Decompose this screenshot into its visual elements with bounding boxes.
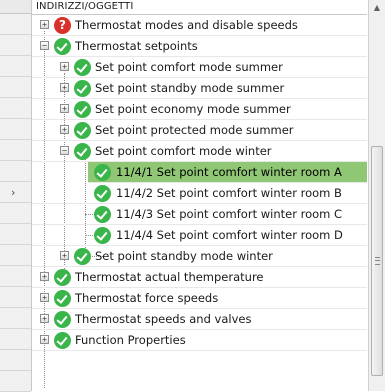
address-object-tree-window: › INDIRIZZI/OGGETTI + ? Thermostat modes… <box>0 0 385 392</box>
check-circle-icon <box>74 143 91 160</box>
expand-plus-icon[interactable]: + <box>40 272 49 281</box>
row-selector[interactable] <box>0 245 31 266</box>
tree-node-room-b[interactable]: 11/4/2 Set point comfort winter room B <box>32 183 367 204</box>
collapse-minus-icon[interactable]: − <box>40 41 49 50</box>
question-circle-icon: ? <box>54 17 71 34</box>
tree-node-comfort-summer[interactable]: + Set point comfort mode summer <box>32 57 367 78</box>
tree-node-label: Set point comfort mode winter <box>95 144 272 158</box>
tree-node-label: Set point protected mode summer <box>95 123 294 137</box>
tree-node-label: Thermostat modes and disable speeds <box>75 18 298 32</box>
row-selector[interactable] <box>0 77 31 98</box>
column-header[interactable]: INDIRIZZI/OGGETTI <box>32 0 367 15</box>
check-circle-icon <box>54 38 71 55</box>
check-circle-icon <box>94 164 111 181</box>
expand-plus-icon[interactable]: + <box>40 314 49 323</box>
tree-node-room-c[interactable]: 11/4/3 Set point comfort winter room C <box>32 204 367 225</box>
check-circle-icon <box>94 227 111 244</box>
tree-node-room-d[interactable]: 11/4/4 Set point comfort winter room D <box>32 225 367 246</box>
expand-plus-icon[interactable]: + <box>40 20 49 29</box>
tree-node-label: Function Properties <box>75 333 186 347</box>
expand-plus-icon[interactable]: + <box>60 125 69 134</box>
check-circle-icon <box>94 206 111 223</box>
tree-node-label: Set point standby mode winter <box>95 249 273 263</box>
row-selector[interactable] <box>0 56 31 77</box>
tree-node-label: Thermostat actual themperature <box>75 270 264 284</box>
check-circle-icon <box>74 122 91 139</box>
row-selector[interactable] <box>0 266 31 287</box>
check-circle-icon <box>74 59 91 76</box>
tree-node-label: Thermostat setpoints <box>75 39 198 53</box>
tree-node-speeds-valves[interactable]: + Thermostat speeds and valves <box>32 309 367 330</box>
tree-node-label: Thermostat force speeds <box>75 291 219 305</box>
gutter-corner <box>0 0 31 14</box>
check-circle-icon <box>74 80 91 97</box>
row-selector[interactable] <box>0 308 31 329</box>
tree-node-thermostat-setpoints[interactable]: − Thermostat setpoints <box>32 36 367 57</box>
expand-plus-icon[interactable]: + <box>60 251 69 260</box>
check-circle-icon <box>54 269 71 286</box>
row-selector[interactable] <box>0 224 31 245</box>
scrollbar-thumb[interactable] <box>371 146 383 376</box>
check-circle-icon <box>54 311 71 328</box>
tree-node-actual-temperature[interactable]: + Thermostat actual themperature <box>32 267 367 288</box>
row-selector[interactable] <box>0 371 31 392</box>
tree-node-label: Thermostat speeds and valves <box>75 312 252 326</box>
scroll-up-arrow-icon[interactable]: ▲ <box>369 0 385 16</box>
check-circle-icon <box>74 101 91 118</box>
tree-node-thermostat-modes[interactable]: + ? Thermostat modes and disable speeds <box>32 15 367 36</box>
tree-node-comfort-winter[interactable]: − Set point comfort mode winter <box>32 141 367 162</box>
check-circle-icon <box>54 290 71 307</box>
row-pointer-arrow-icon: › <box>11 186 16 199</box>
tree-node-label: Set point standby mode summer <box>95 81 285 95</box>
expand-plus-icon[interactable]: + <box>40 293 49 302</box>
check-circle-icon <box>54 332 71 349</box>
expand-plus-icon[interactable]: + <box>60 62 69 71</box>
row-selector-current[interactable]: › <box>0 182 31 203</box>
tree-node-force-speeds[interactable]: + Thermostat force speeds <box>32 288 367 309</box>
row-selector[interactable] <box>0 14 31 35</box>
row-selector[interactable] <box>0 203 31 224</box>
tree-node-label: 11/4/4 Set point comfort winter room D <box>116 228 343 242</box>
tree-node-label: 11/4/1 Set point comfort winter room A <box>116 165 342 179</box>
row-selector[interactable] <box>0 350 31 371</box>
expand-plus-icon[interactable]: + <box>60 104 69 113</box>
row-selector[interactable] <box>0 140 31 161</box>
object-tree: + ? Thermostat modes and disable speeds … <box>32 15 367 391</box>
tree-node-function-properties[interactable]: + Function Properties <box>32 330 367 351</box>
expand-plus-icon[interactable]: + <box>60 83 69 92</box>
row-selector[interactable] <box>0 35 31 56</box>
row-selector[interactable] <box>0 161 31 182</box>
tree-node-standby-summer[interactable]: + Set point standby mode summer <box>32 78 367 99</box>
tree-node-label: Set point comfort mode summer <box>95 60 283 74</box>
row-selector[interactable] <box>0 98 31 119</box>
expand-plus-icon[interactable]: + <box>40 335 49 344</box>
row-selector[interactable] <box>0 287 31 308</box>
check-circle-icon <box>74 248 91 265</box>
tree-node-label: 11/4/3 Set point comfort winter room C <box>116 207 343 221</box>
vertical-scrollbar[interactable]: ▲ <box>368 0 385 391</box>
row-selector[interactable] <box>0 119 31 140</box>
tree-node-label: 11/4/2 Set point comfort winter room B <box>116 186 342 200</box>
collapse-minus-icon[interactable]: − <box>60 146 69 155</box>
tree-node-label: Set point economy mode summer <box>95 102 291 116</box>
check-circle-icon <box>94 185 111 202</box>
tree-node-standby-winter[interactable]: + Set point standby mode winter <box>32 246 367 267</box>
row-selector[interactable] <box>0 329 31 350</box>
tree-node-protected-summer[interactable]: + Set point protected mode summer <box>32 120 367 141</box>
row-selector-gutter: › <box>0 0 32 392</box>
grip-icon <box>375 257 380 265</box>
tree-node-room-a-selected[interactable]: 11/4/1 Set point comfort winter room A <box>88 162 367 183</box>
tree-node-economy-summer[interactable]: + Set point economy mode summer <box>32 99 367 120</box>
column-header-label: INDIRIZZI/OGGETTI <box>36 1 134 12</box>
